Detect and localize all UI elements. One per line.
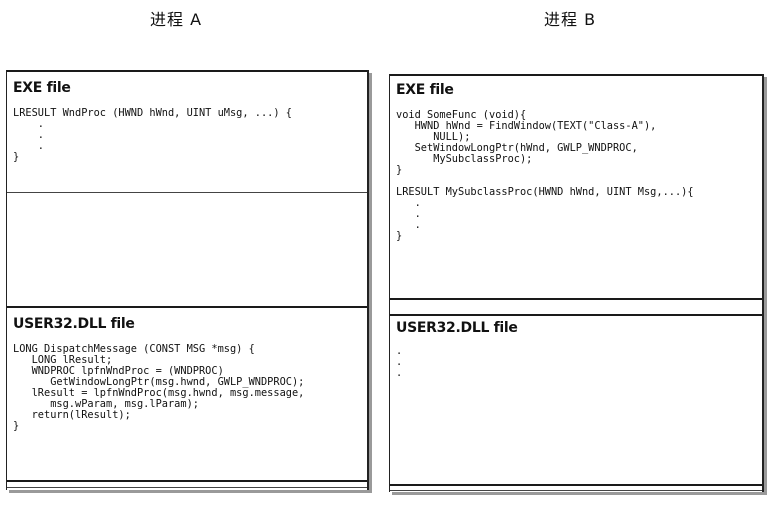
divider: [7, 480, 367, 482]
exe-file-title: EXE file: [396, 82, 454, 98]
divider: [390, 298, 762, 300]
process-a-title: 进程 A: [150, 10, 203, 29]
divider: [390, 74, 762, 76]
process-b-title: 进程 B: [544, 10, 597, 29]
divider: [7, 192, 367, 193]
process-a-panel: EXE file LRESULT WndProc (HWND hWnd, UIN…: [6, 70, 369, 490]
exe-code-block: LRESULT WndProc (HWND hWnd, UINT uMsg, .…: [13, 107, 292, 163]
user32-code-block: LONG DispatchMessage (CONST MSG *msg) { …: [13, 343, 305, 432]
exe-file-title: EXE file: [13, 80, 71, 96]
divider: [390, 314, 762, 316]
divider: [390, 484, 762, 486]
process-b-panel: EXE file void SomeFunc (void){ HWND hWnd…: [389, 74, 764, 492]
divider: [7, 306, 367, 308]
exe-code-block: void SomeFunc (void){ HWND hWnd = FindWi…: [396, 109, 694, 242]
user32-code-block: . . .: [396, 345, 403, 379]
user32-file-title: USER32.DLL file: [396, 320, 518, 336]
divider: [390, 490, 762, 491]
divider: [7, 487, 367, 488]
user32-file-title: USER32.DLL file: [13, 316, 135, 332]
divider: [7, 70, 367, 72]
